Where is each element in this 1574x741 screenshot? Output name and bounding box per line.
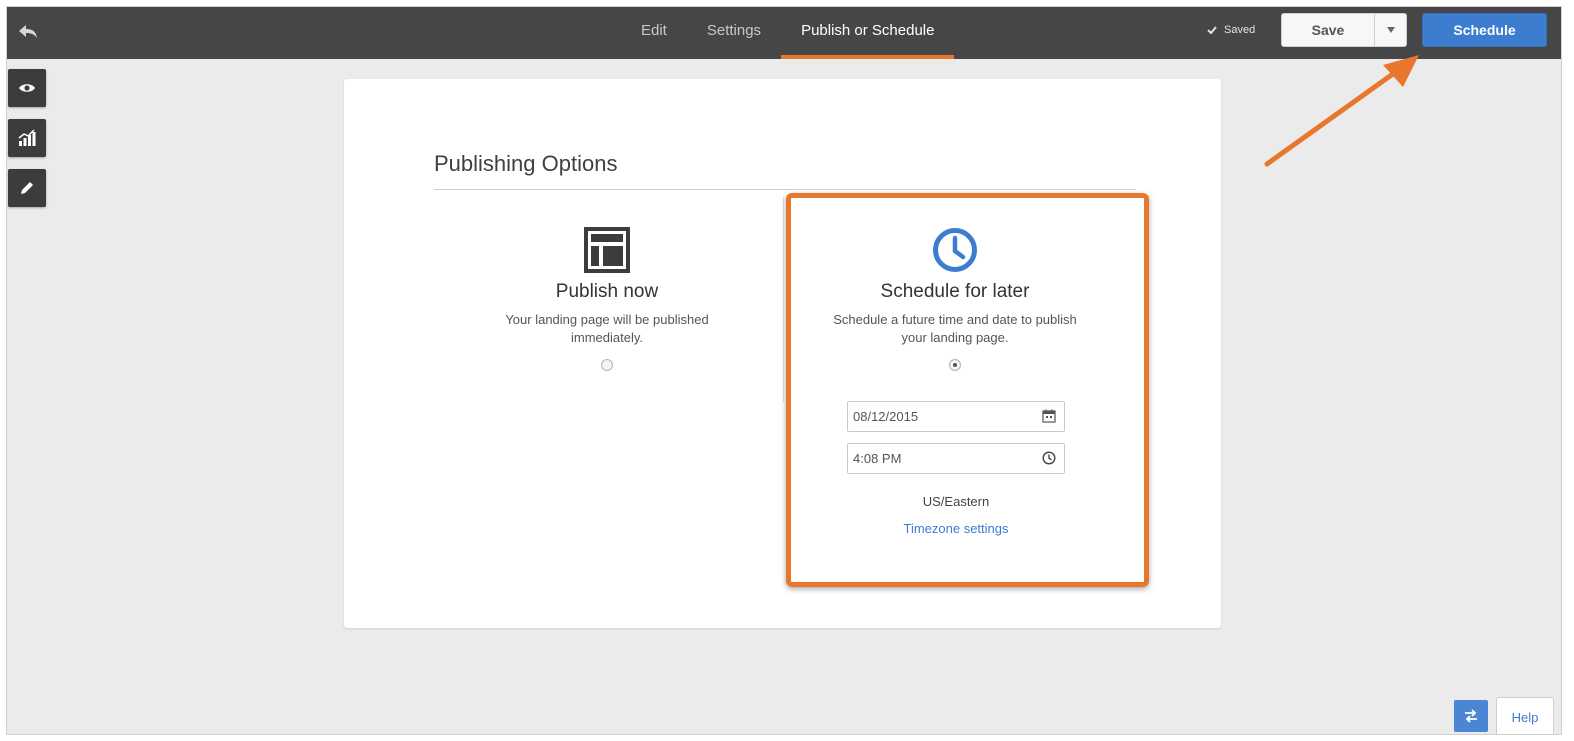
tab-settings[interactable]: Settings	[687, 7, 781, 59]
swap-arrows-icon	[1465, 709, 1477, 723]
nav-tabs: Edit Settings Publish or Schedule	[621, 7, 955, 59]
checkmark-icon	[1207, 26, 1217, 34]
analytics-icon	[18, 129, 36, 146]
column-divider	[783, 197, 784, 402]
save-button-group: Save	[1281, 13, 1407, 47]
help-button[interactable]: Help	[1496, 697, 1554, 734]
save-dropdown-button[interactable]	[1375, 13, 1407, 47]
back-button[interactable]	[13, 17, 43, 47]
publish-now-option: Publish now Your landing page will be pu…	[494, 227, 720, 371]
sync-button[interactable]	[1454, 700, 1488, 732]
preview-tool-button[interactable]	[8, 69, 46, 107]
publish-now-radio[interactable]	[601, 359, 613, 371]
saved-label: Saved	[1224, 24, 1256, 36]
publish-now-description: Your landing page will be published imme…	[505, 312, 709, 345]
publish-now-title: Publish now	[555, 281, 659, 302]
tab-publish-or-schedule[interactable]: Publish or Schedule	[781, 7, 955, 59]
page-title: Publishing Options	[434, 151, 618, 176]
app-frame: Edit Settings Publish or Schedule Saved …	[6, 6, 1562, 735]
caret-down-icon	[1386, 27, 1395, 33]
back-arrow-icon	[19, 25, 37, 38]
top-bar: Edit Settings Publish or Schedule Saved …	[7, 7, 1561, 59]
highlight-box	[786, 193, 1149, 587]
eye-icon	[19, 84, 35, 92]
schedule-button[interactable]: Schedule	[1422, 13, 1547, 47]
saved-status: Saved	[1207, 24, 1255, 36]
layout-icon	[584, 227, 630, 273]
save-button[interactable]: Save	[1281, 13, 1375, 47]
tab-edit[interactable]: Edit	[621, 7, 687, 59]
pencil-icon	[21, 182, 33, 194]
edit-tool-button[interactable]	[8, 169, 46, 207]
analytics-tool-button[interactable]	[8, 119, 46, 157]
title-divider	[434, 189, 1136, 190]
